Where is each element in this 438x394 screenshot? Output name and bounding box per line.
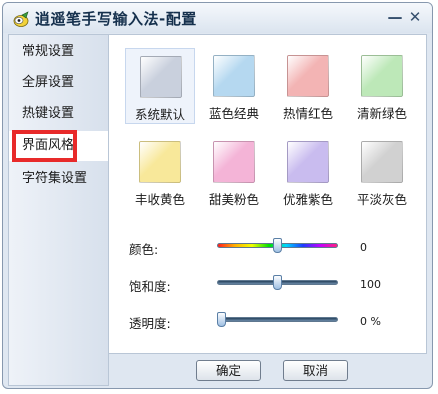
appearance-panel: 系统默认 蓝色经典 热情红色 清新绿色 丰收黄色 甜美粉色 优雅紫色 平淡灰色 … (109, 34, 427, 354)
theme-swatch (361, 141, 403, 183)
theme-label: 甜美粉色 (208, 192, 259, 207)
theme-label: 蓝色经典 (208, 106, 259, 121)
dialog-button-bar: 确定 取消 (109, 354, 427, 386)
theme-swatch (139, 141, 181, 183)
theme-elegant-purple[interactable]: 优雅紫色 (273, 134, 343, 210)
theme-fresh-green[interactable]: 清新绿色 (347, 48, 417, 124)
theme-passion-red[interactable]: 热情红色 (273, 48, 343, 124)
theme-label: 优雅紫色 (282, 192, 333, 207)
sidebar-item-general[interactable]: 常规设置 (9, 37, 108, 67)
settings-sidebar: 常规设置 全屏设置 热键设置 界面风格 字符集设置 (8, 34, 109, 386)
config-window: 逍遥笔手写输入法-配置 — ✕ 常规设置 全屏设置 热键设置 界面风格 字符集设… (2, 2, 433, 389)
minimize-button[interactable]: — (387, 9, 403, 25)
theme-swatch (213, 141, 255, 183)
sidebar-item-hotkeys[interactable]: 热键设置 (9, 99, 108, 129)
theme-plain-gray[interactable]: 平淡灰色 (347, 134, 417, 210)
theme-swatch (140, 56, 182, 98)
sidebar-item-fullscreen[interactable]: 全屏设置 (9, 68, 108, 98)
theme-label: 系统默认 (134, 107, 185, 122)
ok-button[interactable]: 确定 (196, 360, 261, 381)
theme-swatch (361, 55, 403, 97)
selection-highlight-frame (12, 130, 77, 162)
transparency-value: 0 % (360, 315, 381, 328)
hue-slider-thumb[interactable] (273, 238, 282, 253)
theme-sweet-pink[interactable]: 甜美粉色 (199, 134, 269, 210)
theme-system-default[interactable]: 系统默认 (125, 48, 195, 124)
sidebar-item-charset[interactable]: 字符集设置 (9, 164, 108, 194)
theme-label: 平淡灰色 (356, 192, 407, 207)
theme-blue-classic[interactable]: 蓝色经典 (199, 48, 269, 124)
hue-value: 0 (360, 241, 367, 254)
theme-harvest-yellow[interactable]: 丰收黄色 (125, 134, 195, 210)
title-bar[interactable]: 逍遥笔手写输入法-配置 — ✕ (3, 3, 432, 33)
saturation-label: 饱和度: (129, 279, 171, 294)
theme-swatch (213, 55, 255, 97)
saturation-slider-thumb[interactable] (273, 275, 282, 290)
theme-label: 清新绿色 (356, 106, 407, 121)
theme-label: 热情红色 (282, 106, 333, 121)
transparency-slider-thumb[interactable] (217, 312, 226, 327)
cancel-button[interactable]: 取消 (283, 360, 348, 381)
close-button[interactable]: ✕ (407, 9, 423, 25)
transparency-slider-track[interactable] (217, 317, 338, 322)
theme-swatch (287, 141, 329, 183)
theme-label: 丰收黄色 (134, 192, 185, 207)
window-title: 逍遥笔手写输入法-配置 (35, 10, 197, 28)
app-logo-icon (13, 11, 29, 27)
transparency-label: 透明度: (129, 316, 171, 331)
hue-label: 颜色: (129, 242, 159, 257)
theme-swatch (287, 55, 329, 97)
saturation-value: 100 (360, 278, 381, 291)
